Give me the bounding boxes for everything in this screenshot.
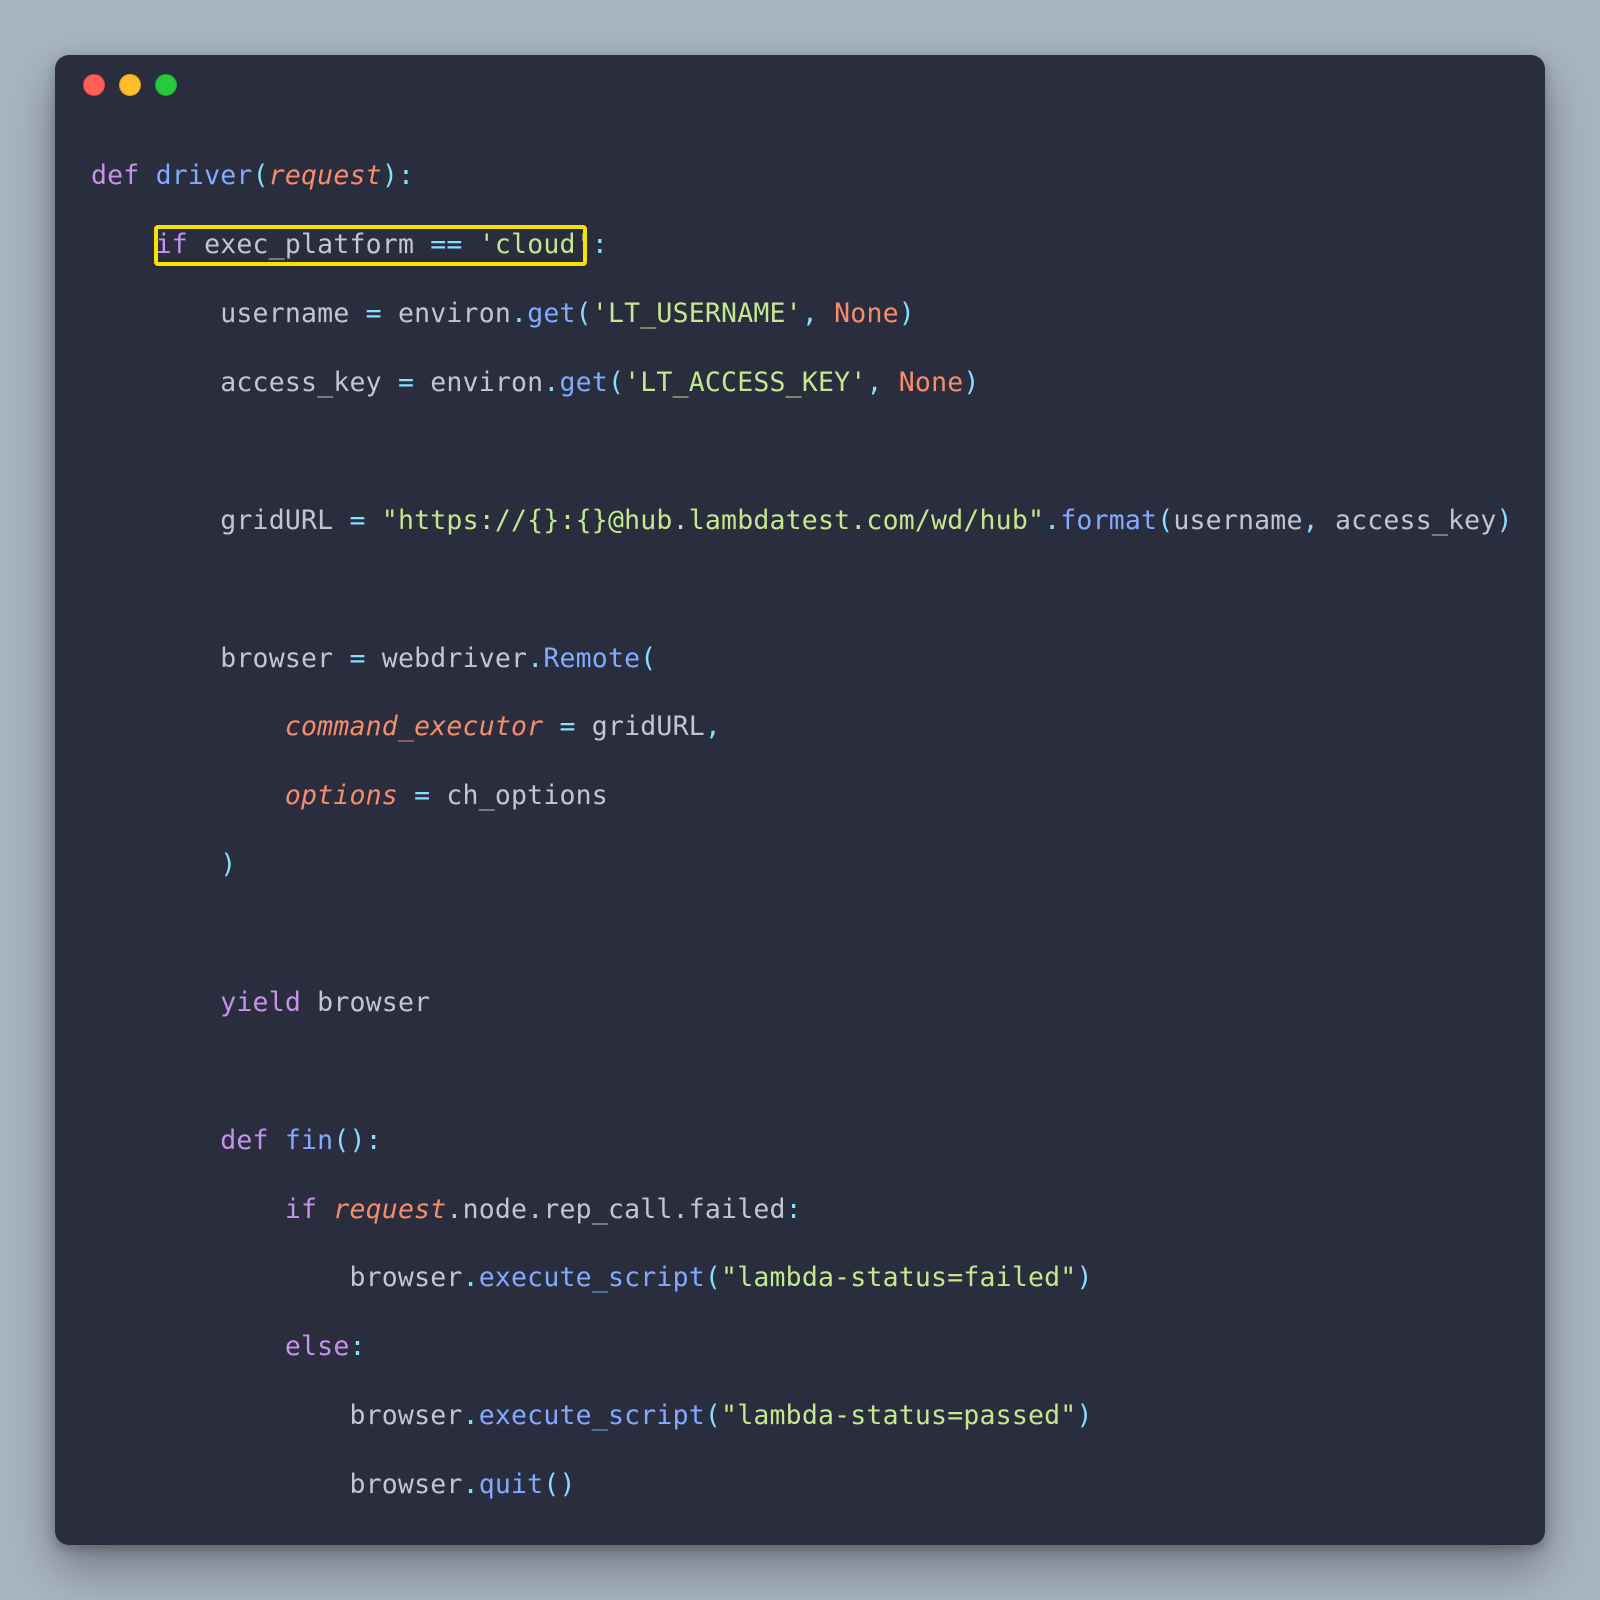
code-line: yield browser bbox=[91, 986, 1509, 1020]
code-line: username = environ.get('LT_USERNAME', No… bbox=[91, 297, 1509, 331]
code-line: command_executor = gridURL, bbox=[91, 710, 1509, 744]
code-line: gridURL = "https://{}:{}@hub.lambdatest.… bbox=[91, 504, 1509, 538]
code-line: if request.node.rep_call.failed: bbox=[91, 1193, 1509, 1227]
code-line bbox=[91, 435, 1509, 469]
highlight-if-cloud: if exec_platform == 'cloud': bbox=[91, 228, 1509, 262]
code-line bbox=[91, 1537, 1509, 1545]
zoom-icon[interactable] bbox=[155, 74, 177, 96]
code-line: browser.execute_script("lambda-status=fa… bbox=[91, 1261, 1509, 1295]
code-line bbox=[91, 917, 1509, 951]
code-line: def fin(): bbox=[91, 1124, 1509, 1158]
close-icon[interactable] bbox=[83, 74, 105, 96]
code-line bbox=[91, 573, 1509, 607]
code-line: def driver(request): bbox=[91, 159, 1509, 193]
code-line: browser = webdriver.Remote( bbox=[91, 642, 1509, 676]
code-line: options = ch_options bbox=[91, 779, 1509, 813]
code-line bbox=[91, 1055, 1509, 1089]
minimize-icon[interactable] bbox=[119, 74, 141, 96]
code-line: access_key = environ.get('LT_ACCESS_KEY'… bbox=[91, 366, 1509, 400]
code-window: def driver(request): if exec_platform ==… bbox=[55, 55, 1545, 1545]
code-line: browser.execute_script("lambda-status=pa… bbox=[91, 1399, 1509, 1433]
code-block: def driver(request): if exec_platform ==… bbox=[55, 115, 1545, 1545]
code-line: else: bbox=[91, 1330, 1509, 1364]
code-line: ) bbox=[91, 848, 1509, 882]
titlebar bbox=[55, 55, 1545, 115]
code-line: browser.quit() bbox=[91, 1468, 1509, 1502]
